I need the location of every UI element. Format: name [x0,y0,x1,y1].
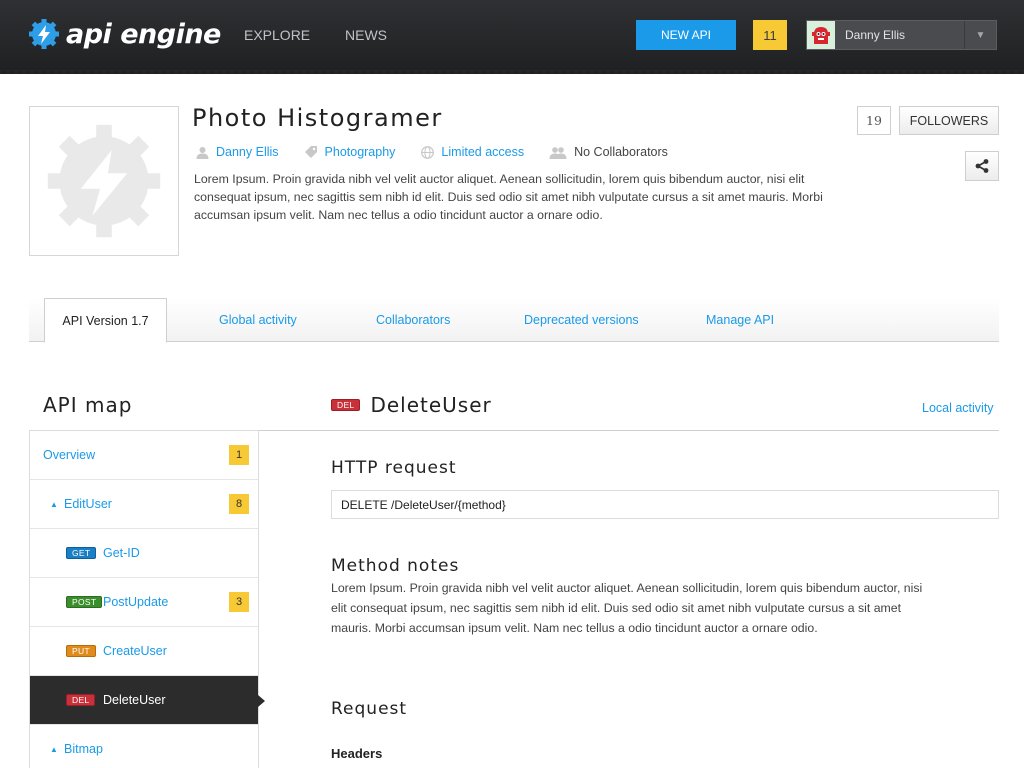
tab-manage-api[interactable]: Manage API [706,298,774,342]
method-badge: PUT [66,645,96,657]
project-owner[interactable]: Danny Ellis [194,145,279,159]
expand-arrow-icon[interactable]: ▲ [50,500,58,509]
nav-explore-link[interactable]: EXPLORE [244,27,310,43]
project-description: Lorem Ipsum. Proin gravida nibh vel veli… [194,172,823,222]
owner-link[interactable]: Danny Ellis [216,145,279,159]
map-item-label: DeleteUser [103,693,166,707]
method-badge: POST [66,596,103,608]
endpoint-title: DeleteUser [370,393,492,417]
gear-bolt-placeholder-icon [47,124,161,238]
tabs-bar: API Version 1.7 Global activity Collabor… [29,298,999,343]
monster-avatar-icon [812,27,830,44]
map-item-label: Overview [43,448,96,462]
count-badge: 1 [229,445,249,465]
method-badge: DEL [331,399,361,411]
tab-api-version[interactable]: API Version 1.7 [44,298,167,343]
brand-name: api engine [66,18,221,50]
map-item-label: Get-ID [103,546,140,560]
share-icon [975,159,989,173]
gear-bolt-icon [29,19,59,49]
method-badge: GET [66,547,97,559]
header-zigzag-edge [0,70,1024,78]
avatar [807,21,835,49]
http-request-field[interactable]: DELETE /DeleteUser/{method} [331,490,999,519]
map-item-edituser[interactable]: ▲ EditUser 8 [30,480,258,529]
category-link[interactable]: Photography [325,145,396,159]
method-notes-text: Lorem Ipsum. Proin gravida nibh vel veli… [331,581,923,635]
brand-logo[interactable]: api engine [28,16,221,52]
chevron-down-icon[interactable]: ▼ [964,21,996,49]
map-item-overview[interactable]: Overview 1 [30,431,258,480]
map-item-label: PostUpdate [103,595,169,609]
collaborators-text: No Collaborators [574,145,668,159]
api-map-list: Overview 1 ▲ EditUser 8 GET Get-ID POST … [29,430,265,768]
tag-icon [303,145,319,159]
followers-count: 19 [857,106,891,135]
expand-arrow-icon[interactable]: ▲ [50,745,58,754]
user-icon [194,145,210,159]
share-button[interactable] [965,151,999,181]
local-activity-link[interactable]: Local activity [922,401,994,415]
notifications-badge[interactable]: 11 [753,20,787,50]
map-item-label: EditUser [64,497,112,511]
count-badge: 3 [229,592,249,612]
globe-icon [419,145,435,159]
tab-collaborators[interactable]: Collaborators [376,298,450,342]
project-title: Photo Histogramer [192,104,443,132]
nav-news-link[interactable]: NEWS [345,27,387,43]
map-item-postupdate[interactable]: POST PostUpdate 3 [30,578,258,627]
method-notes-heading: Method notes [331,556,460,576]
project-access[interactable]: Limited access [419,145,524,159]
map-item-label: CreateUser [103,644,167,658]
tab-global-activity[interactable]: Global activity [219,298,297,342]
project-category[interactable]: Photography [303,145,396,159]
followers-button[interactable]: FOLLOWERS [899,106,999,135]
top-navigation-bar: api engine EXPLORE NEWS NEW API 11 Danny… [0,0,1024,74]
project-thumbnail [29,106,179,256]
tab-deprecated-versions[interactable]: Deprecated versions [524,298,639,342]
map-item-bitmap[interactable]: ▲ Bitmap [30,725,258,768]
api-map-title: API map [43,393,133,417]
divider [259,430,999,431]
method-badge: DEL [66,694,96,706]
access-link[interactable]: Limited access [441,145,524,159]
user-menu[interactable]: Danny Ellis ▼ [806,20,997,50]
map-item-label: Bitmap [64,742,103,756]
request-heading: Request [331,699,408,719]
project-collaborators: No Collaborators [548,145,668,159]
new-api-button[interactable]: NEW API [636,20,736,50]
http-request-heading: HTTP request [331,458,457,478]
map-item-deleteuser[interactable]: DEL DeleteUser [30,676,265,725]
users-icon [548,145,568,159]
user-name: Danny Ellis [845,28,906,42]
endpoint-header: DEL DeleteUser [331,393,492,417]
map-item-createuser[interactable]: PUT CreateUser [30,627,258,676]
count-badge: 8 [229,494,249,514]
headers-label: Headers [331,746,383,761]
project-meta: Danny Ellis Photography Limited access N… [194,143,692,161]
map-item-get-id[interactable]: GET Get-ID [30,529,258,578]
